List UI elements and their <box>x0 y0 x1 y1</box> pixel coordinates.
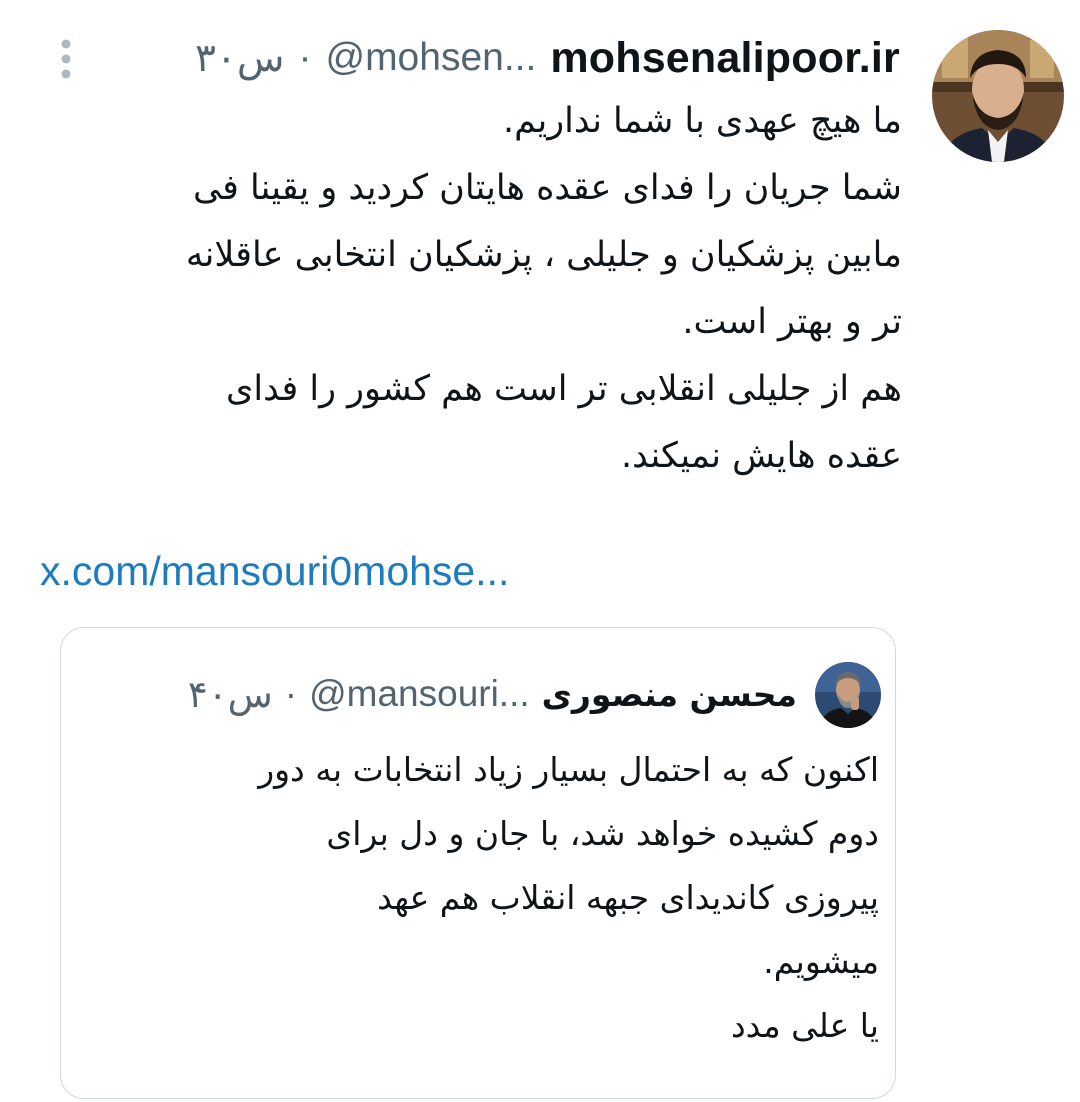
tweet-link[interactable]: x.com/mansouri0mohse... <box>40 548 509 595</box>
quoted-tweet-handle: @mansouri... <box>309 673 530 714</box>
quoted-tweet-text-line: یا علی مدد <box>730 1006 879 1045</box>
tweet-handle[interactable]: @mohsen... <box>325 36 536 80</box>
quoted-tweet-text-line: میشویم. <box>763 942 879 981</box>
tweet-header: ۳۰س · @mohsen... mohsenalipoor.ir <box>195 30 900 86</box>
quoted-tweet-display-name: محسن منصوری <box>541 674 797 714</box>
vertical-ellipsis-icon[interactable] <box>54 38 78 82</box>
quoted-avatar <box>815 662 881 728</box>
separator-dot: · <box>298 36 312 79</box>
quoted-tweet-header: ۴۰س · @mansouri... محسن منصوری <box>188 664 797 724</box>
tweet-text-line: شما جریان را فدای عقده هایتان کردید و یق… <box>192 168 902 208</box>
quoted-tweet-timestamp: ۴۰س <box>187 673 273 715</box>
tweet-timestamp[interactable]: ۳۰س <box>195 36 285 81</box>
quoted-tweet-text-line: اکنون که به احتمال بسیار زیاد انتخابات ب… <box>258 750 879 789</box>
avatar[interactable] <box>932 30 1064 162</box>
quoted-tweet[interactable]: ۴۰س · @mansouri... محسن منصوری اکنون که … <box>60 627 896 1099</box>
tweet-text-line: تر و بهتر است. <box>682 302 902 342</box>
tweet-text-line: ما هیچ عهدی با شما نداریم. <box>503 101 902 141</box>
separator-dot: · <box>284 673 298 714</box>
tweet-text-line: هم از جلیلی انقلابی تر است هم کشور را فد… <box>226 369 902 409</box>
tweet-text-line: مابین پزشکیان و جلیلی ، پزشکیان انتخابی … <box>185 235 902 275</box>
tweet-display-name[interactable]: mohsenalipoor.ir <box>550 34 900 83</box>
quoted-tweet-text-line: پیروزی کاندیدای جبهه انقلاب هم عهد <box>377 878 879 917</box>
quoted-tweet-text: اکنون که به احتمال بسیار زیاد انتخابات ب… <box>79 738 879 1058</box>
tweet-text: ما هیچ عهدی با شما نداریم. شما جریان را … <box>52 88 902 490</box>
tweet-text-line: عقده هایش نمیکند. <box>621 436 902 476</box>
tweet[interactable]: ۳۰س · @mohsen... mohsenalipoor.ir ما هیچ… <box>0 0 1080 1102</box>
quoted-tweet-text-line: دوم کشیده خواهد شد، با جان و دل برای <box>326 814 879 853</box>
